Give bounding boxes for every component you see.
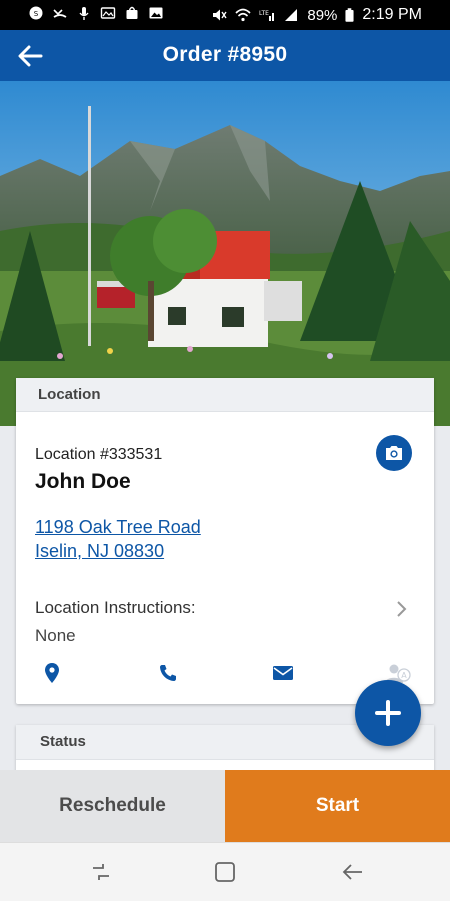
camera-icon — [386, 446, 402, 460]
svg-text:A: A — [401, 671, 407, 680]
lte-signal-icon: LTE — [259, 10, 275, 21]
signal-icon — [285, 9, 298, 21]
status-bar: S LTE 89% 2:19 PM — [0, 0, 450, 30]
map-pin-icon[interactable] — [37, 660, 67, 686]
wifi-icon — [235, 8, 251, 22]
status-time: 2:19 PM — [362, 6, 422, 23]
page-title: Order #8950 — [162, 43, 288, 66]
status-header-label: Status — [40, 733, 86, 750]
camera-button[interactable] — [376, 435, 412, 471]
start-button[interactable]: Start — [225, 770, 450, 842]
email-icon[interactable] — [268, 660, 298, 686]
recents-icon[interactable] — [86, 859, 116, 885]
mute-icon — [213, 9, 227, 21]
bag-icon — [126, 6, 138, 19]
missed-call-icon — [53, 9, 67, 18]
instructions-chevron-right-icon[interactable] — [396, 600, 408, 623]
mic-icon — [79, 7, 89, 20]
instructions-value: None — [35, 626, 76, 645]
location-header-label: Location — [38, 386, 101, 403]
address-line2-link[interactable]: Iselin, NJ 08830 — [35, 541, 164, 562]
reschedule-button[interactable]: Reschedule — [0, 770, 225, 842]
customer-name: John Doe — [35, 470, 131, 493]
location-number: Location #333531 — [35, 446, 163, 463]
svg-text:S: S — [34, 10, 39, 18]
gallery-icon — [100, 7, 116, 19]
phone-icon[interactable] — [153, 660, 183, 686]
image-icon — [149, 7, 163, 19]
svg-text:LTE: LTE — [259, 10, 269, 17]
nav-back-icon[interactable] — [338, 859, 368, 885]
app-bar: Order #8950 — [0, 30, 450, 81]
add-fab-button[interactable] — [355, 680, 421, 746]
battery-percentage: 89% — [307, 6, 338, 24]
system-nav-bar — [0, 842, 450, 901]
home-icon[interactable] — [210, 859, 240, 885]
address-line1-link[interactable]: 1198 Oak Tree Road — [35, 517, 201, 538]
location-card-header: Location — [16, 378, 434, 412]
plus-icon — [375, 700, 401, 726]
location-card: Location Location #333531 John Doe 1198 … — [16, 378, 434, 704]
location-photo — [0, 81, 450, 426]
battery-icon — [345, 8, 354, 22]
sync-icon: S — [29, 6, 43, 20]
instructions-label: Location Instructions: — [35, 598, 196, 617]
